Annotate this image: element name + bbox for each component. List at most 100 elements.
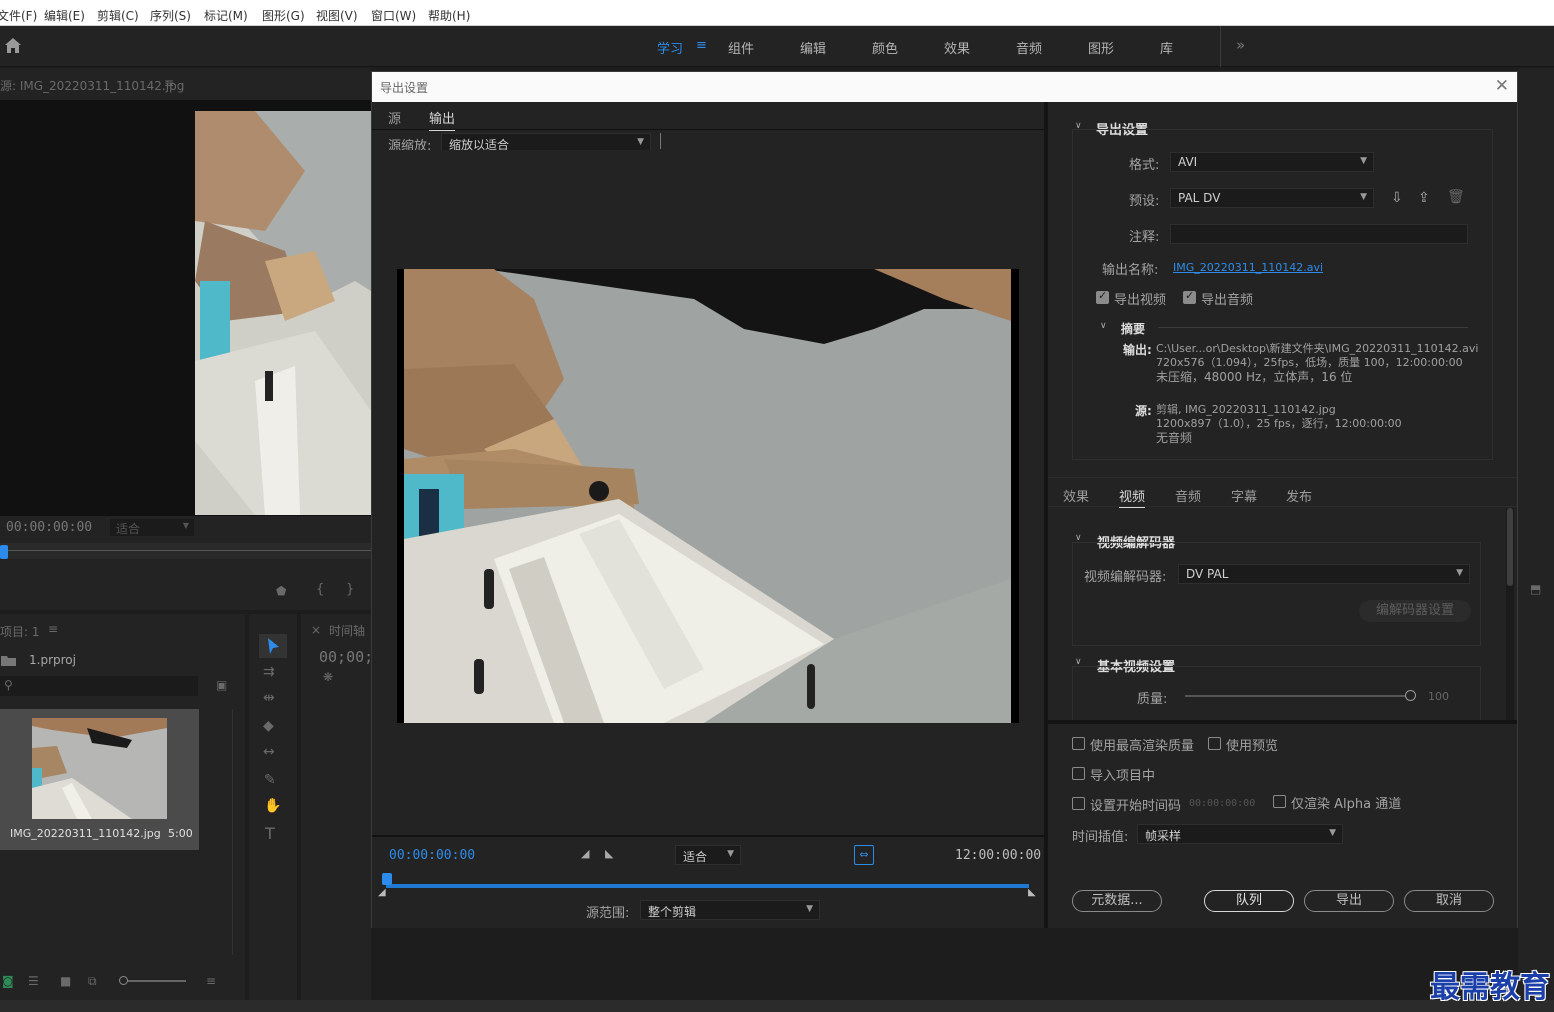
panel-menu-icon[interactable]: ≡ bbox=[164, 76, 174, 90]
format-select[interactable]: AVI ▼ bbox=[1170, 152, 1374, 172]
pen-icon[interactable]: ✎ bbox=[264, 772, 276, 788]
menu-sequence[interactable]: 序列(S) bbox=[150, 7, 191, 24]
set-in-point-icon[interactable]: ◢ bbox=[581, 847, 589, 860]
aspect-correction-icon[interactable]: ⇔ bbox=[854, 845, 874, 865]
source-timeline-ruler[interactable] bbox=[0, 543, 371, 559]
slip-icon[interactable]: ↔ bbox=[263, 744, 275, 760]
workspace-graphics[interactable]: 图形 bbox=[1088, 38, 1114, 57]
export-audio-checkbox[interactable] bbox=[1183, 289, 1196, 304]
razor-icon[interactable]: ◆ bbox=[263, 718, 274, 734]
new-bin-icon[interactable]: ▣ bbox=[216, 678, 227, 692]
more-workspaces-icon[interactable]: » bbox=[1236, 36, 1245, 54]
tab-effects[interactable]: 效果 bbox=[1063, 486, 1089, 505]
type-icon[interactable]: T bbox=[265, 824, 275, 843]
lock-icon[interactable]: ◙ bbox=[2, 974, 14, 988]
workspace-library[interactable]: 库 bbox=[1160, 38, 1173, 57]
list-view-icon[interactable]: ☰ bbox=[28, 974, 39, 988]
menu-window[interactable]: 窗口(W) bbox=[371, 7, 416, 24]
workspace-audio[interactable]: 音频 bbox=[1016, 38, 1042, 57]
scrollbar-thumb[interactable] bbox=[1507, 508, 1513, 586]
icon-view-icon[interactable]: ■ bbox=[60, 974, 71, 988]
project-item[interactable]: IMG_20220311_110142.jpg 5:00 bbox=[0, 709, 199, 850]
timeline-title[interactable]: 时间轴 bbox=[329, 622, 365, 639]
menu-marker[interactable]: 标记(M) bbox=[204, 7, 248, 24]
project-title[interactable]: 项目: 1 bbox=[0, 623, 40, 640]
menu-edit[interactable]: 编辑(E) bbox=[44, 7, 85, 24]
max-render-quality-checkbox[interactable] bbox=[1072, 737, 1085, 750]
cancel-button[interactable]: 取消 bbox=[1404, 890, 1494, 912]
freeform-view-icon[interactable]: ⧉ bbox=[88, 974, 97, 989]
workspace-effects[interactable]: 效果 bbox=[944, 38, 970, 57]
menu-clip[interactable]: 剪辑(C) bbox=[97, 7, 139, 24]
chevron-down-icon[interactable]: ∨ bbox=[1100, 321, 1107, 331]
project-search-input[interactable]: ⚲ bbox=[0, 676, 198, 696]
close-icon[interactable]: ✕ bbox=[1495, 76, 1509, 96]
tab-source[interactable]: 源 bbox=[388, 108, 401, 127]
preset-select[interactable]: PAL DV ▼ bbox=[1170, 188, 1374, 208]
add-marker-icon[interactable]: ⬟ bbox=[276, 584, 286, 598]
comment-input[interactable] bbox=[1170, 224, 1468, 244]
set-start-timecode-checkbox[interactable] bbox=[1072, 797, 1085, 810]
source-monitor-title[interactable]: 源: IMG_20220311_110142.jpg bbox=[0, 77, 184, 94]
close-icon[interactable]: × bbox=[311, 623, 321, 637]
zoom-slider-handle[interactable] bbox=[119, 976, 128, 985]
work-area-bar[interactable] bbox=[386, 884, 1029, 888]
workspace-color[interactable]: 颜色 bbox=[872, 38, 898, 57]
workspace-learn[interactable]: 学习 bbox=[657, 38, 683, 57]
queue-button[interactable]: 队列 bbox=[1204, 890, 1294, 912]
output-name-label: 输出名称: bbox=[1102, 263, 1159, 278]
tab-publish[interactable]: 发布 bbox=[1286, 486, 1312, 505]
panel-menu-icon[interactable]: ≡ bbox=[48, 622, 58, 636]
import-preset-icon[interactable]: ⇪ bbox=[1418, 190, 1430, 206]
range-start-handle[interactable]: ◢ bbox=[378, 887, 386, 898]
set-out-point-icon[interactable]: ◣ bbox=[605, 847, 613, 860]
tab-audio[interactable]: 音频 bbox=[1175, 486, 1201, 505]
workspace-assembly[interactable]: 组件 bbox=[728, 38, 754, 57]
import-project-checkbox[interactable] bbox=[1072, 767, 1085, 780]
source-range-select[interactable]: 整个剪辑 ▼ bbox=[640, 900, 820, 920]
range-end-handle[interactable]: ◣ bbox=[1028, 887, 1036, 898]
scrollbar[interactable] bbox=[232, 709, 233, 955]
chevron-down-icon: ▼ bbox=[1360, 192, 1367, 202]
source-playhead[interactable] bbox=[0, 545, 8, 559]
video-codec-select[interactable]: DV PAL ▼ bbox=[1178, 564, 1470, 584]
zoom-slider[interactable] bbox=[120, 980, 186, 982]
mark-in-icon[interactable]: { bbox=[316, 582, 324, 597]
tab-captions[interactable]: 字幕 bbox=[1231, 486, 1257, 505]
sort-icon[interactable]: ≡ bbox=[206, 974, 216, 988]
track-select-icon[interactable]: ⇉ bbox=[263, 664, 275, 680]
menu-graphics[interactable]: 图形(G) bbox=[262, 7, 305, 24]
start-timecode[interactable]: 00:00:00:00 bbox=[1189, 798, 1255, 809]
menu-view[interactable]: 视图(V) bbox=[316, 7, 358, 24]
playhead-time[interactable]: 00:00:00:00 bbox=[389, 848, 475, 863]
fit-select[interactable]: 适合 ▼ bbox=[675, 845, 741, 865]
save-preset-icon[interactable]: ⇩ bbox=[1391, 190, 1403, 206]
export-frame-icon[interactable]: ⬒ bbox=[1530, 582, 1541, 596]
scrollbar[interactable] bbox=[1506, 508, 1514, 720]
workspace-editing[interactable]: 编辑 bbox=[800, 38, 826, 57]
tab-output[interactable]: 输出 bbox=[429, 108, 456, 131]
use-previews-checkbox[interactable] bbox=[1208, 737, 1221, 750]
time-interpolation-select[interactable]: 帧采样 ▼ bbox=[1137, 824, 1343, 844]
quality-slider[interactable] bbox=[1185, 695, 1407, 697]
snap-icon[interactable]: ❋ bbox=[323, 670, 333, 684]
playhead-marker[interactable] bbox=[382, 873, 392, 885]
mark-out-icon[interactable]: } bbox=[346, 582, 354, 597]
ripple-edit-icon[interactable]: ⇹ bbox=[263, 690, 275, 706]
export-button[interactable]: 导出 bbox=[1304, 890, 1394, 912]
metadata-button[interactable]: 元数据... bbox=[1072, 890, 1162, 912]
menu-file[interactable]: 文件(F) bbox=[0, 7, 37, 24]
alpha-only-checkbox[interactable] bbox=[1273, 795, 1286, 808]
export-video-checkbox[interactable] bbox=[1096, 289, 1109, 304]
home-icon[interactable] bbox=[4, 37, 22, 54]
menu-help[interactable]: 帮助(H) bbox=[428, 7, 470, 24]
hand-icon[interactable]: ✋ bbox=[264, 798, 281, 814]
selection-tool[interactable] bbox=[259, 634, 287, 658]
source-fit-select[interactable]: 适合 ▼ bbox=[110, 519, 194, 536]
tab-video[interactable]: 视频 bbox=[1119, 486, 1146, 509]
output-name-link[interactable]: IMG_20220311_110142.avi bbox=[1173, 261, 1323, 274]
delete-preset-icon[interactable]: 🗑 bbox=[1447, 189, 1465, 205]
codec-settings-button[interactable]: 编解码器设置 bbox=[1359, 600, 1471, 622]
workspace-menu-icon[interactable]: ≡ bbox=[696, 38, 707, 53]
quality-slider-handle[interactable] bbox=[1405, 690, 1416, 701]
